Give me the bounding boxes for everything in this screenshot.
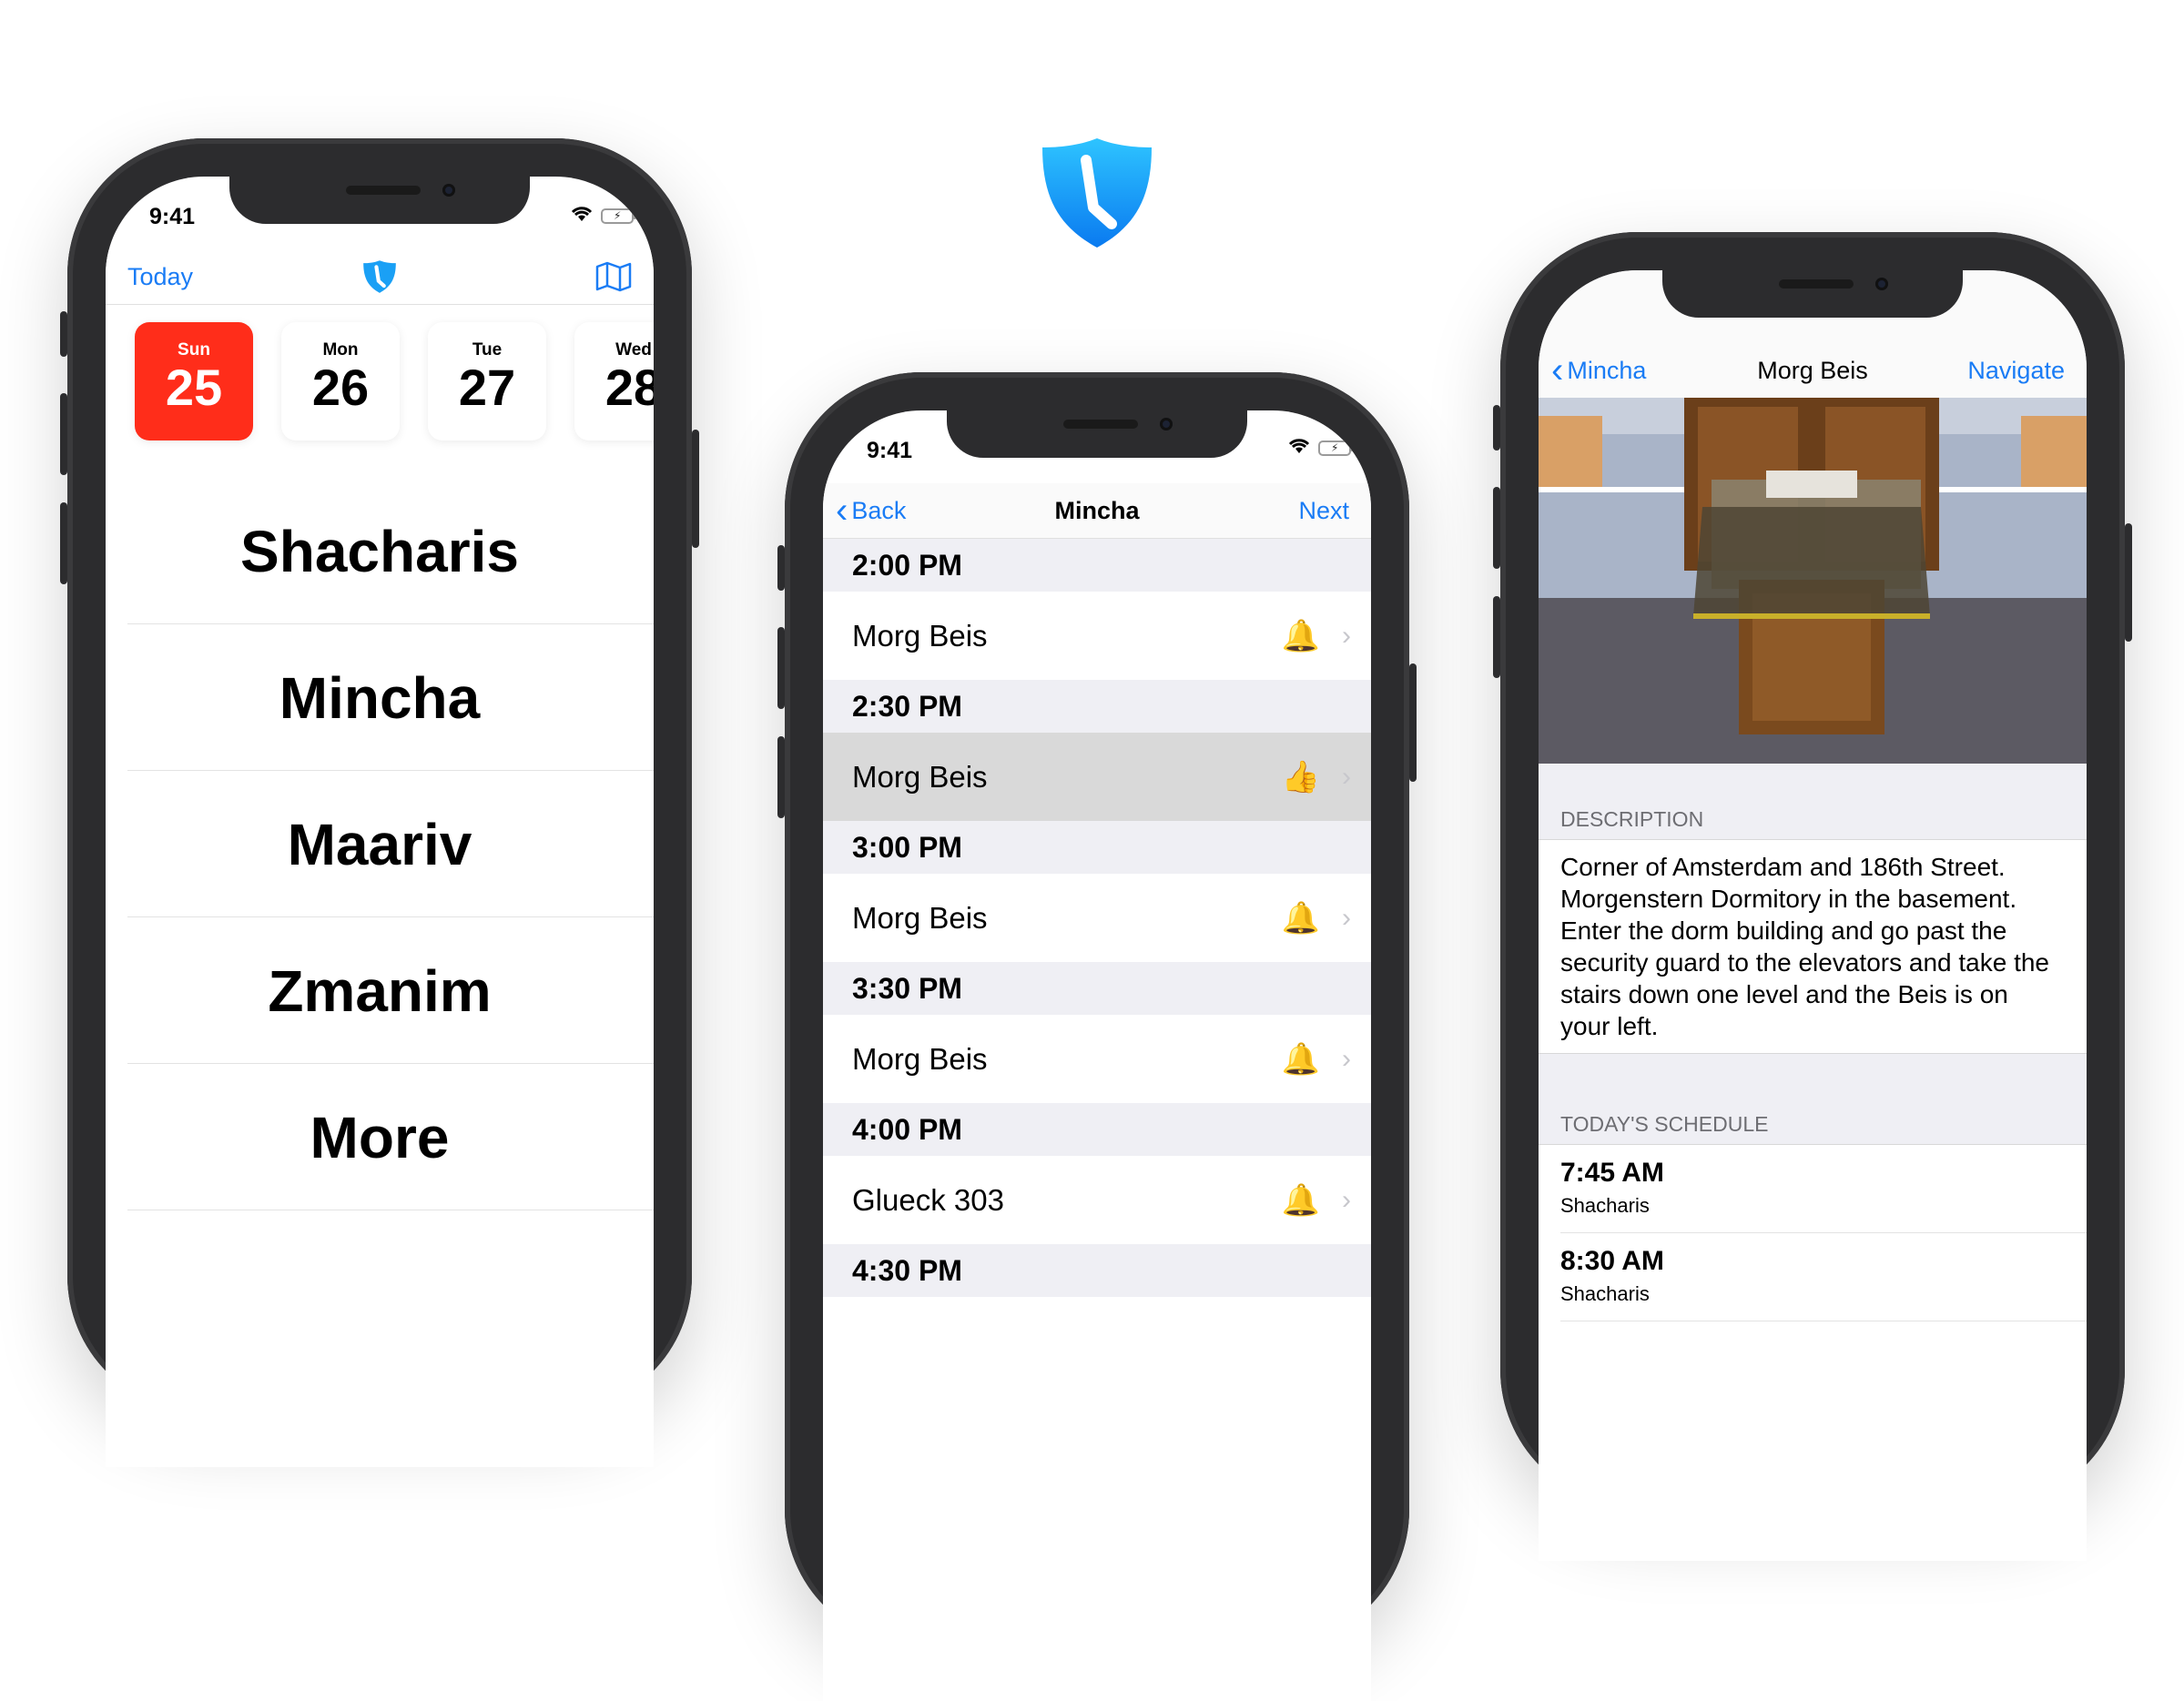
- status-icons: ⚡: [1287, 438, 1354, 459]
- time-header: 2:00 PM: [823, 539, 1371, 592]
- mincha-nav-bar: ‹ Back Mincha Next: [823, 483, 1371, 539]
- battery-icon: ⚡: [1318, 440, 1354, 456]
- description-text: Corner of Amsterdam and 186th Street. Mo…: [1539, 839, 2087, 1054]
- menu-more[interactable]: More: [127, 1065, 654, 1210]
- time-header: 4:00 PM: [823, 1103, 1371, 1156]
- schedule-item[interactable]: 8:30 AM Shacharis: [1560, 1233, 2087, 1321]
- day-tue[interactable]: Tue 27: [428, 322, 546, 440]
- detail-screen: 9:41 ⚡ ‹ Mincha Morg Beis Navigate: [1539, 270, 2087, 1561]
- menu-maariv[interactable]: Maariv: [127, 772, 654, 917]
- menu-mincha[interactable]: Mincha: [127, 625, 654, 771]
- today-button[interactable]: Today: [127, 263, 193, 291]
- list-item[interactable]: Glueck 303 🔔 ›: [823, 1156, 1371, 1244]
- chevron-left-icon: ‹: [836, 491, 848, 531]
- next-button[interactable]: Next: [1298, 497, 1349, 525]
- nav-title: Mincha: [1054, 496, 1140, 524]
- bell-icon[interactable]: 🔔: [1282, 1041, 1320, 1078]
- chevron-right-icon: ›: [1342, 620, 1351, 651]
- time-header: 3:00 PM: [823, 821, 1371, 874]
- schedule-header: TODAY'S SCHEDULE: [1539, 1106, 2087, 1142]
- description-header: DESCRIPTION: [1539, 801, 2087, 837]
- app-logo-icon: [1042, 138, 1152, 248]
- home-nav-bar: Today: [106, 249, 654, 305]
- mincha-screen: 9:41 ⚡ ‹ Back Mincha Next 2:00 PM Morg B…: [823, 410, 1371, 1701]
- phone-location-detail: 9:41 ⚡ ‹ Mincha Morg Beis Navigate: [1493, 232, 2132, 1561]
- detail-nav-bar: ‹ Mincha Morg Beis Navigate: [1539, 343, 2087, 398]
- chevron-left-icon: ‹: [1551, 350, 1564, 390]
- status-icons: ⚡: [570, 204, 636, 228]
- bell-icon[interactable]: 🔔: [1282, 1182, 1320, 1219]
- chevron-right-icon: ›: [1342, 902, 1351, 933]
- shield-clock-icon: [363, 260, 396, 293]
- time-header: 3:30 PM: [823, 962, 1371, 1015]
- menu-shacharis[interactable]: Shacharis: [127, 479, 654, 624]
- battery-icon: ⚡: [601, 208, 636, 224]
- chevron-right-icon: ›: [1342, 761, 1351, 792]
- day-wed[interactable]: Wed 28: [574, 322, 654, 440]
- list-item[interactable]: Morg Beis 👍 ›: [823, 733, 1371, 821]
- map-icon[interactable]: [595, 261, 632, 292]
- home-screen: 9:41 ⚡ Today Sun 25 Mon 26 Tue 27 Wed 28…: [106, 177, 654, 1467]
- back-button[interactable]: ‹ Back: [836, 492, 906, 529]
- time-header: 2:30 PM: [823, 680, 1371, 733]
- list-item[interactable]: Morg Beis 🔔 ›: [823, 874, 1371, 962]
- phone-mincha-list: 9:41 ⚡ ‹ Back Mincha Next 2:00 PM Morg B…: [777, 372, 1417, 1701]
- phone-home: 9:41 ⚡ Today Sun 25 Mon 26 Tue 27 Wed 28…: [60, 138, 699, 1467]
- day-sun[interactable]: Sun 25: [135, 322, 253, 440]
- thumbs-up-icon[interactable]: 👍: [1282, 759, 1320, 795]
- chevron-right-icon: ›: [1342, 1184, 1351, 1215]
- list-item[interactable]: Morg Beis 🔔 ›: [823, 1015, 1371, 1103]
- navigate-button[interactable]: Navigate: [1967, 357, 2065, 385]
- chevron-right-icon: ›: [1342, 1043, 1351, 1074]
- schedule-list: 7:45 AM Shacharis 8:30 AM Shacharis: [1539, 1144, 2087, 1561]
- status-time: 9:41: [867, 438, 913, 463]
- back-button[interactable]: ‹ Mincha: [1551, 352, 1646, 389]
- schedule-item[interactable]: 7:45 AM Shacharis: [1560, 1145, 2087, 1233]
- bell-icon[interactable]: 🔔: [1282, 900, 1320, 937]
- time-header: 4:30 PM: [823, 1244, 1371, 1297]
- wifi-icon: [1287, 438, 1311, 459]
- wifi-icon: [570, 204, 594, 228]
- bell-icon[interactable]: 🔔: [1282, 618, 1320, 654]
- status-time: 9:41: [149, 204, 196, 229]
- list-item[interactable]: Morg Beis 🔔 ›: [823, 592, 1371, 680]
- menu-zmanim[interactable]: Zmanim: [127, 918, 654, 1064]
- day-mon[interactable]: Mon 26: [281, 322, 400, 440]
- nav-title: Morg Beis: [1757, 356, 1868, 384]
- location-photo: [1539, 398, 2087, 764]
